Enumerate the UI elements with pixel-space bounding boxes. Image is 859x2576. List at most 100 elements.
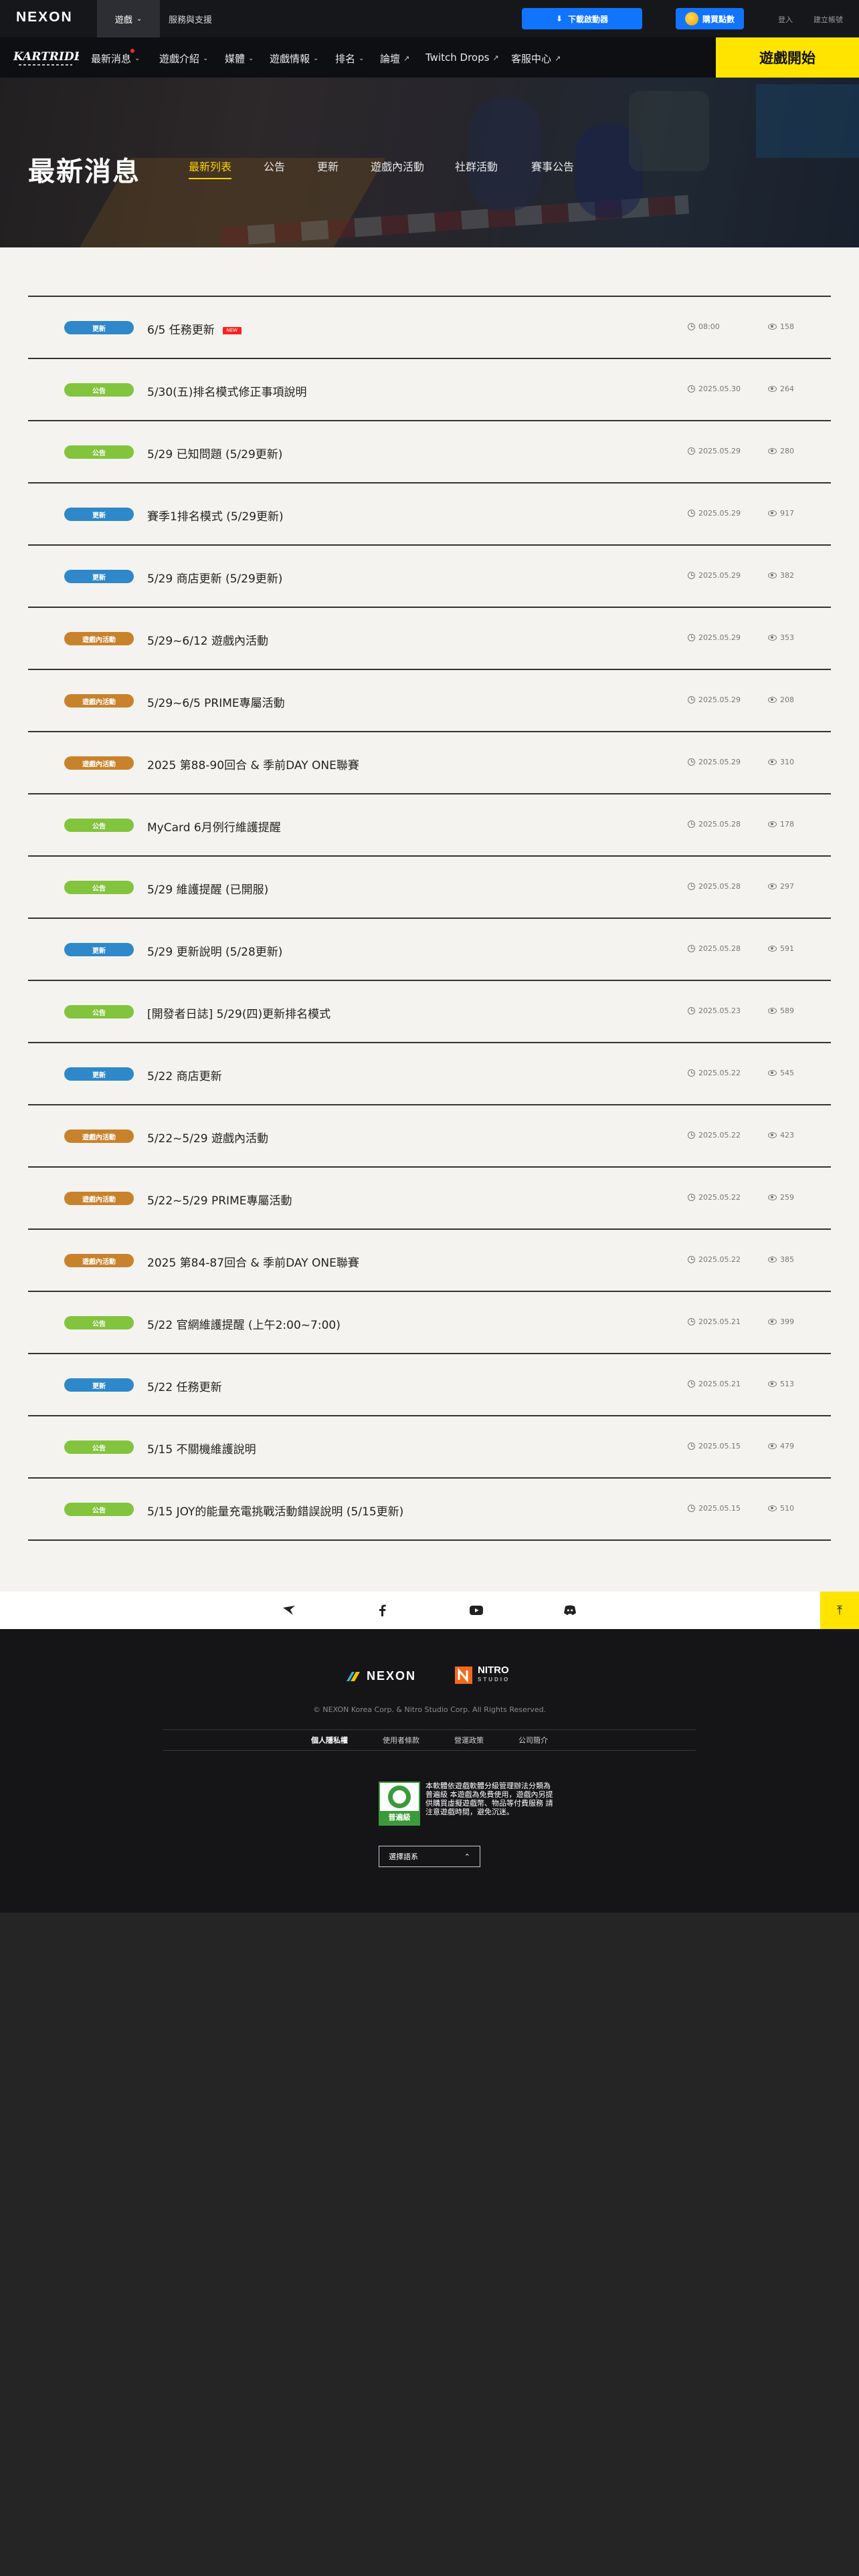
tab-notice[interactable]: 公告 bbox=[264, 158, 285, 174]
news-title-text: 5/22 官網維護提醒 (上午2:00~7:00) bbox=[147, 1319, 341, 1332]
news-date-text: 2025.05.29 bbox=[698, 758, 741, 766]
policy-link[interactable]: 營運政策 bbox=[437, 1735, 501, 1745]
svg-text:KARTRIDER: KARTRIDER bbox=[13, 50, 79, 64]
news-row[interactable]: 公告 5/30(五)排名模式修正事項說明 2025.05.30 264 bbox=[28, 359, 831, 421]
news-date: 2025.05.21 bbox=[688, 1317, 741, 1326]
coin-icon bbox=[684, 12, 698, 25]
news-title[interactable]: 5/29 已知問題 (5/29更新) bbox=[147, 445, 282, 461]
news-title[interactable]: 5/22~5/29 遊戲內活動 bbox=[147, 1129, 268, 1146]
nav-forum-label: 論壇 bbox=[380, 53, 401, 65]
tab-all[interactable]: 最新列表 bbox=[189, 158, 232, 179]
news-title-text: 5/29 已知問題 (5/29更新) bbox=[147, 448, 283, 461]
news-views-text: 259 bbox=[780, 1193, 794, 1202]
news-row[interactable]: 更新 5/29 商店更新 (5/29更新) 2025.05.29 382 bbox=[28, 546, 831, 608]
news-title[interactable]: 6/5 任務更新 NEW bbox=[147, 320, 242, 337]
news-row[interactable]: 公告 MyCard 6月例行維護提醒 2025.05.28 178 bbox=[28, 794, 831, 857]
category-badge: 遊戲內活動 bbox=[64, 756, 134, 770]
news-title[interactable]: 5/22 商店更新 bbox=[147, 1067, 222, 1083]
news-row[interactable]: 公告 5/15 不關機維護說明 2025.05.15 479 bbox=[28, 1416, 831, 1479]
news-views-text: 353 bbox=[780, 633, 794, 642]
news-title-text: [開發者日誌] 5/29(四)更新排名模式 bbox=[147, 1008, 331, 1021]
news-title[interactable]: MyCard 6月例行維護提醒 bbox=[147, 818, 281, 835]
eye-icon bbox=[768, 1008, 777, 1014]
kartrider-icon[interactable] bbox=[281, 1602, 297, 1618]
nav-twitch-drops[interactable]: Twitch Drops ↗ bbox=[425, 51, 499, 64]
news-title[interactable]: 賽季1排名模式 (5/29更新) bbox=[147, 507, 284, 524]
news-title[interactable]: 5/15 不關機維護說明 bbox=[147, 1440, 256, 1457]
news-row[interactable]: 更新 5/22 商店更新 2025.05.22 545 bbox=[28, 1043, 831, 1105]
news-row[interactable]: 遊戲內活動 5/22~5/29 PRIME專屬活動 2025.05.22 259 bbox=[28, 1168, 831, 1230]
arrow-up-icon: ⤒ bbox=[837, 1603, 842, 1618]
kartrider-logo[interactable]: KARTRIDER bbox=[12, 45, 79, 70]
news-title-text: 5/29 商店更新 (5/29更新) bbox=[147, 572, 283, 586]
news-title[interactable]: [開發者日誌] 5/29(四)更新排名模式 bbox=[147, 1004, 330, 1021]
language-select[interactable]: 選擇語系 ⌃ bbox=[379, 1846, 480, 1867]
clock-icon bbox=[688, 1194, 695, 1201]
news-title[interactable]: 2025 第84-87回合 & 季前DAY ONE聯賽 bbox=[147, 1253, 359, 1270]
scroll-to-top-button[interactable]: ⤒ bbox=[820, 1592, 859, 1629]
tab-tournament[interactable]: 賽事公告 bbox=[531, 158, 574, 174]
news-views-text: 310 bbox=[780, 758, 794, 766]
news-title[interactable]: 5/29~6/5 PRIME專屬活動 bbox=[147, 693, 285, 710]
news-row[interactable]: 遊戲內活動 2025 第88-90回合 & 季前DAY ONE聯賽 2025.05.… bbox=[28, 732, 831, 794]
news-title[interactable]: 5/29 更新說明 (5/28更新) bbox=[147, 942, 282, 959]
tab-ingame-event[interactable]: 遊戲內活動 bbox=[371, 158, 424, 174]
news-date: 2025.05.28 bbox=[688, 882, 741, 891]
nexon-logo[interactable]: NEXON bbox=[16, 9, 73, 25]
news-row[interactable]: 更新 6/5 任務更新 NEW 08:00 158 bbox=[28, 297, 831, 359]
news-row[interactable]: 遊戲內活動 5/29~6/12 遊戲內活動 2025.05.29 353 bbox=[28, 608, 831, 670]
news-views-text: 423 bbox=[780, 1131, 794, 1140]
news-title[interactable]: 5/29 商店更新 (5/29更新) bbox=[147, 569, 282, 586]
news-row[interactable]: 遊戲內活動 5/29~6/5 PRIME專屬活動 2025.05.29 208 bbox=[28, 670, 831, 732]
news-views-text: 178 bbox=[780, 820, 794, 829]
news-title[interactable]: 2025 第88-90回合 & 季前DAY ONE聯賽 bbox=[147, 756, 359, 772]
buy-points-button[interactable]: 購買點數 bbox=[676, 8, 744, 29]
company-link[interactable]: 公司簡介 bbox=[501, 1735, 565, 1745]
service-support-link[interactable]: 服務與支援 bbox=[169, 13, 212, 25]
nexon-footer-logo[interactable]: NEXON bbox=[345, 1669, 416, 1683]
privacy-link[interactable]: 個人隱私權 bbox=[294, 1735, 365, 1745]
nav-forum[interactable]: 論壇 ↗ bbox=[380, 51, 409, 66]
nav-intro[interactable]: 遊戲介紹 ⌄ bbox=[159, 51, 208, 66]
clock-icon bbox=[688, 323, 695, 330]
facebook-icon[interactable] bbox=[375, 1602, 391, 1618]
login-link[interactable]: 登入 bbox=[778, 14, 793, 25]
youtube-icon[interactable] bbox=[468, 1602, 484, 1618]
terms-link[interactable]: 使用者條款 bbox=[365, 1735, 437, 1745]
news-row[interactable]: 公告 5/22 官網維護提醒 (上午2:00~7:00) 2025.05.21 399 bbox=[28, 1292, 831, 1354]
game-menu-button[interactable]: 遊戲 ⌄ bbox=[97, 0, 160, 37]
news-title-text: 5/29~6/12 遊戲內活動 bbox=[147, 635, 268, 648]
nav-support[interactable]: 客服中心 ↗ bbox=[511, 51, 561, 66]
nav-media[interactable]: 媒體 ⌄ bbox=[225, 51, 254, 66]
nav-news[interactable]: 最新消息 ⌄ bbox=[91, 49, 140, 66]
news-title[interactable]: 5/15 JOY的能量充電挑戰活動錯誤說明 (5/15更新) bbox=[147, 1502, 403, 1519]
discord-icon[interactable] bbox=[562, 1602, 578, 1618]
news-title[interactable]: 5/30(五)排名模式修正事項說明 bbox=[147, 383, 306, 399]
clock-icon bbox=[688, 572, 695, 579]
news-title[interactable]: 5/22 官網維護提醒 (上午2:00~7:00) bbox=[147, 1315, 341, 1332]
news-title[interactable]: 5/29~6/12 遊戲內活動 bbox=[147, 631, 268, 648]
tab-community-event[interactable]: 社群活動 bbox=[455, 158, 498, 174]
news-title[interactable]: 5/22~5/29 PRIME專屬活動 bbox=[147, 1191, 292, 1208]
news-row[interactable]: 更新 賽季1排名模式 (5/29更新) 2025.05.29 917 bbox=[28, 484, 831, 546]
news-row[interactable]: 公告 5/15 JOY的能量充電挑戰活動錯誤說明 (5/15更新) 2025.05.… bbox=[28, 1479, 831, 1541]
news-title[interactable]: 5/29 維護提醒 (已開服) bbox=[147, 880, 268, 897]
news-row[interactable]: 更新 5/29 更新說明 (5/28更新) 2025.05.28 591 bbox=[28, 919, 831, 981]
tab-update[interactable]: 更新 bbox=[317, 158, 339, 174]
news-row[interactable]: 公告 [開發者日誌] 5/29(四)更新排名模式 2025.05.23 589 bbox=[28, 981, 831, 1043]
news-row[interactable]: 公告 5/29 已知問題 (5/29更新) 2025.05.29 280 bbox=[28, 421, 831, 484]
footer: NEXON NITRO STUDIO © NEXON Korea Corp. &… bbox=[0, 1629, 859, 1913]
register-link[interactable]: 建立帳號 bbox=[814, 14, 843, 25]
nav-ranking[interactable]: 排名 ⌄ bbox=[335, 51, 364, 66]
news-row[interactable]: 遊戲內活動 5/22~5/29 遊戲內活動 2025.05.22 423 bbox=[28, 1105, 831, 1168]
news-row[interactable]: 更新 5/22 任務更新 2025.05.21 513 bbox=[28, 1354, 831, 1416]
nitro-studio-logo[interactable]: NITRO STUDIO bbox=[454, 1665, 510, 1685]
nav-game-info[interactable]: 遊戲情報 ⌄ bbox=[270, 51, 318, 66]
news-title[interactable]: 5/22 任務更新 bbox=[147, 1378, 222, 1394]
download-launcher-button[interactable]: ⬇ 下載啟動器 bbox=[522, 8, 642, 29]
news-row[interactable]: 公告 5/29 維護提醒 (已開服) 2025.05.28 297 bbox=[28, 857, 831, 919]
category-badge: 公告 bbox=[64, 445, 134, 459]
game-start-button[interactable]: 遊戲開始 bbox=[716, 37, 859, 78]
news-row[interactable]: 遊戲內活動 2025 第84-87回合 & 季前DAY ONE聯賽 2025.05.… bbox=[28, 1230, 831, 1292]
news-date: 2025.05.22 bbox=[688, 1069, 741, 1077]
